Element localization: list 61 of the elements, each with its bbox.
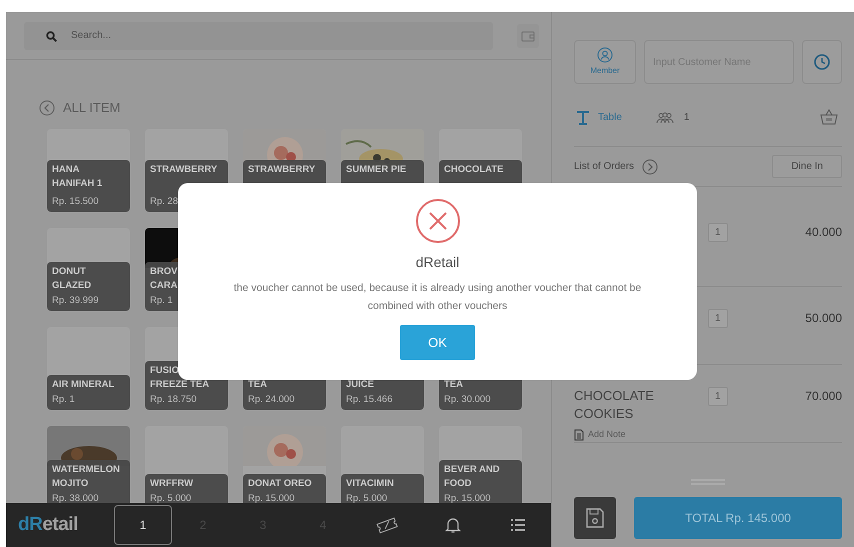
product-price: Rp. 1: [52, 392, 76, 406]
product-price: Rp. 30.000: [444, 392, 492, 406]
product-name: MOJITO: [52, 476, 90, 490]
order-type-button[interactable]: Dine In: [772, 155, 842, 178]
product-price: Rp. 39.999: [52, 294, 100, 308]
product-name: VITACIMIN: [346, 476, 395, 490]
product-name: BEVER AND: [444, 462, 501, 476]
product-name: TEA: [444, 378, 464, 392]
page-tab[interactable]: 1: [114, 505, 172, 545]
product-price: Rp. 15.000: [444, 492, 492, 503]
product-name: HANA: [52, 162, 80, 176]
order-item-price: 40.000: [805, 224, 842, 241]
guest-count: 1: [684, 111, 690, 125]
search-field[interactable]: Search...: [24, 22, 493, 50]
product-name: DONUT: [52, 264, 87, 278]
product-name: STRAWBERRY: [150, 162, 218, 176]
product-name: TEA: [248, 378, 268, 392]
product-name: WRFFRW: [150, 476, 194, 490]
product-card[interactable]: DONAT OREO Rp. 15.000: [243, 426, 326, 503]
product-price: Rp. 15.466: [346, 392, 394, 406]
product-price: Rp. 38.000: [52, 492, 100, 503]
product-name: AIR MINERAL: [52, 378, 116, 392]
dialog-title: dRetail: [416, 253, 460, 272]
product-card[interactable]: DONUT GLAZED Rp. 39.999: [47, 228, 130, 310]
product-card[interactable]: BEVER AND FOOD Rp. 15.000: [439, 426, 522, 503]
product-name: HANIFAH 1: [52, 176, 104, 190]
product-name: CARA: [150, 278, 178, 292]
product-name: GLAZED: [52, 278, 92, 292]
order-item-price: 50.000: [805, 310, 842, 327]
product-card[interactable]: WRFFRW Rp. 5.000: [145, 426, 228, 503]
product-name: WATERMELON: [52, 462, 121, 476]
app-logo: dRetail: [18, 512, 79, 537]
product-name: BROV: [150, 264, 178, 278]
order-item-price: 70.000: [805, 388, 842, 405]
orders-title: List of Orders: [574, 160, 634, 174]
product-name: FREEZE TEA: [150, 378, 210, 392]
product-price: Rp. 24.000: [248, 392, 296, 406]
category-title: ALL ITEM: [63, 99, 120, 117]
product-name: DONAT OREO: [248, 476, 313, 490]
product-name: SUMMER PIE: [346, 162, 408, 176]
product-price: Rp. 15.500: [52, 194, 100, 208]
product-name: JUICE: [346, 378, 375, 392]
product-price: Rp. 1: [150, 294, 174, 308]
product-card[interactable]: HANA HANIFAH 1 Rp. 15.500: [47, 128, 130, 212]
product-card[interactable]: WATERMELON MOJITO Rp. 38.000: [47, 426, 130, 503]
product-name: CHOCOLATE: [444, 162, 504, 176]
product-card[interactable]: VITACIMIN Rp. 5.000: [341, 426, 424, 503]
quantity-field[interactable]: 1: [708, 309, 728, 328]
ok-button[interactable]: OK: [400, 325, 475, 360]
dialog-message: the voucher cannot be used, because it is already using another voucher that cannot be combined with other vouchers: [232, 281, 642, 314]
product-name: STRAWBERRY: [248, 162, 316, 176]
quantity-field[interactable]: 1: [708, 387, 728, 406]
product-price: Rp. 5.000: [346, 492, 388, 503]
product-price: Rp. 28: [150, 194, 179, 208]
product-price: Rp. 5.000: [150, 492, 192, 503]
product-price: Rp. 18.750: [150, 392, 198, 406]
product-name: FOOD: [444, 476, 472, 490]
product-price: Rp. 15.000: [248, 492, 296, 503]
quantity-field[interactable]: 1: [708, 223, 728, 242]
product-card[interactable]: AIR MINERAL Rp. 1: [47, 326, 130, 410]
order-item-name: CHOCOLATE COOKIES: [574, 387, 655, 423]
